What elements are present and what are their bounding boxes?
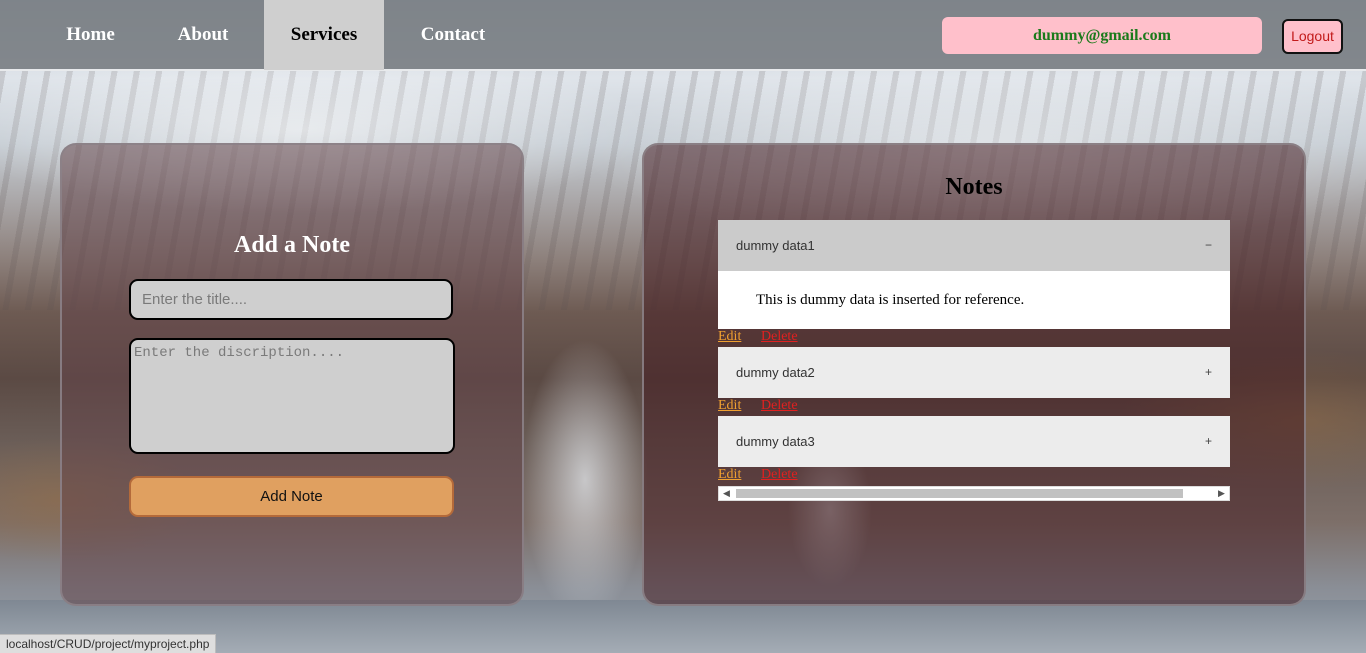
logout-button[interactable]: Logout xyxy=(1282,19,1343,54)
expand-icon: + xyxy=(1204,365,1212,379)
delete-note-link[interactable]: Delete xyxy=(761,329,798,345)
note-description-input[interactable] xyxy=(129,338,455,454)
expand-icon: + xyxy=(1204,434,1212,448)
delete-note-link[interactable]: Delete xyxy=(761,467,798,483)
note-accordion-header[interactable]: dummy data3 + xyxy=(718,416,1230,467)
note-accordion-header[interactable]: dummy data2 + xyxy=(718,347,1230,398)
user-email-badge: dummy@gmail.com xyxy=(942,17,1262,54)
scroll-left-icon[interactable]: ◀ xyxy=(719,487,734,500)
scroll-right-icon[interactable]: ▶ xyxy=(1214,487,1229,500)
scrollbar-thumb[interactable] xyxy=(736,489,1183,498)
nav-home[interactable]: Home xyxy=(40,0,141,70)
collapse-icon: − xyxy=(1204,238,1212,252)
nav-about[interactable]: About xyxy=(151,0,255,70)
status-bar-url: localhost/CRUD/project/myproject.php xyxy=(0,634,217,653)
add-note-heading: Add a Note xyxy=(233,232,350,258)
notes-heading: Notes xyxy=(945,174,1003,200)
edit-note-link[interactable]: Edit xyxy=(718,467,741,483)
horizontal-scrollbar[interactable]: ◀ ▶ xyxy=(718,486,1230,501)
nav-contact[interactable]: Contact xyxy=(394,0,512,70)
edit-note-link[interactable]: Edit xyxy=(718,329,741,345)
note-body: This is dummy data is inserted for refer… xyxy=(718,271,1230,329)
delete-note-link[interactable]: Delete xyxy=(761,398,798,414)
add-note-button[interactable]: Add Note xyxy=(129,476,454,517)
nav-services[interactable]: Services xyxy=(264,0,384,70)
note-title: dummy data3 xyxy=(736,434,815,449)
navbar: Home About Services Contact dummy@gmail.… xyxy=(0,0,1366,71)
note-title: dummy data2 xyxy=(736,365,815,380)
note-title-input[interactable] xyxy=(129,279,453,320)
edit-note-link[interactable]: Edit xyxy=(718,398,741,414)
note-accordion-header[interactable]: dummy data1 − xyxy=(718,220,1230,271)
note-title: dummy data1 xyxy=(736,238,815,253)
